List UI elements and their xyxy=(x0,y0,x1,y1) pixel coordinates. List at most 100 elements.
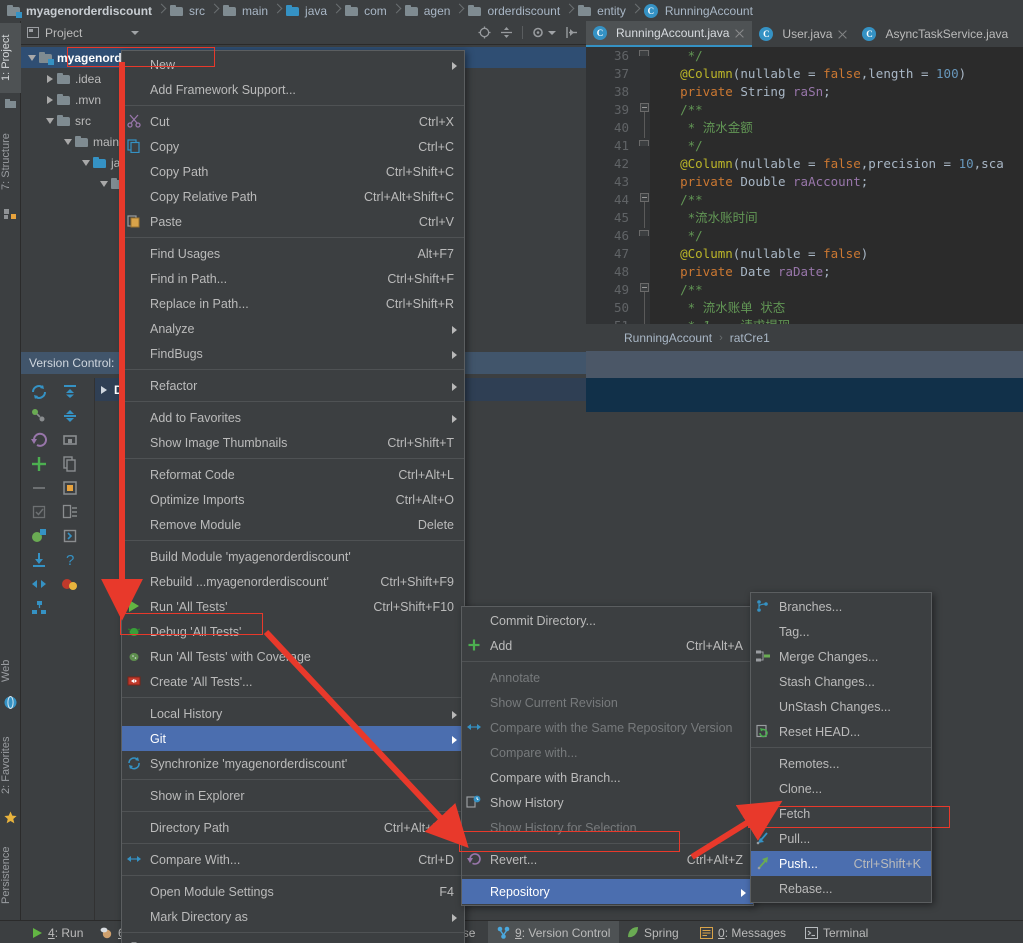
close-icon[interactable] xyxy=(837,29,848,40)
menu-item-git[interactable]: Git xyxy=(122,726,464,751)
breadcrumb-item-src[interactable]: src xyxy=(167,0,210,21)
menu-item-directory-path[interactable]: Directory Path Ctrl+Alt+F12 xyxy=(122,815,464,840)
group-by-directory-icon[interactable] xyxy=(60,430,85,452)
repo-menu-item-push[interactable]: Push... Ctrl+Shift+K xyxy=(751,851,931,876)
sidebar-item-persistence[interactable]: Persistence xyxy=(0,833,21,917)
editor-tab-user[interactable]: C User.java xyxy=(752,21,856,47)
menu-item-rebuild-myagenorderdiscount[interactable]: Rebuild ...myagenorderdiscount' Ctrl+Shif… xyxy=(122,569,464,594)
chevron-down-icon[interactable] xyxy=(61,131,75,152)
menu-item-refactor[interactable]: Refactor xyxy=(122,373,464,398)
remove-icon[interactable] xyxy=(29,478,54,500)
add-icon[interactable] xyxy=(29,454,54,476)
git-menu-item-repository[interactable]: Repository xyxy=(462,879,753,904)
menu-item-compare-with[interactable]: Compare With... Ctrl+D xyxy=(122,847,464,872)
fold-collapse-icon[interactable] xyxy=(640,193,649,202)
copy-icon[interactable] xyxy=(60,454,85,476)
target-icon[interactable] xyxy=(478,26,491,39)
close-icon[interactable] xyxy=(734,28,745,39)
breadcrumb-item-entity[interactable]: entity xyxy=(575,0,631,21)
browse-icon[interactable] xyxy=(29,526,54,548)
menu-item-copy-relative-path[interactable]: Copy Relative Path Ctrl+Alt+Shift+C xyxy=(122,184,464,209)
menu-item-local-history[interactable]: Local History xyxy=(122,701,464,726)
hide-icon[interactable] xyxy=(565,26,578,39)
status-button-spring[interactable]: Spring xyxy=(617,921,688,943)
menu-item-show-in-explorer[interactable]: Show in Explorer xyxy=(122,783,464,808)
editor-scrollbar[interactable] xyxy=(1011,47,1023,324)
breadcrumb-item-main[interactable]: main xyxy=(220,0,273,21)
chevron-right-icon[interactable] xyxy=(43,89,57,110)
settings-gear-icon[interactable] xyxy=(532,26,545,39)
menu-item-build-module-myagenorderdiscount[interactable]: Build Module 'myagenorderdiscount' xyxy=(122,544,464,569)
menu-item-find-in-path[interactable]: Find in Path... Ctrl+Shift+F xyxy=(122,266,464,291)
git-menu-item-revert[interactable]: Revert... Ctrl+Alt+Z xyxy=(462,847,753,872)
repo-menu-item-clone[interactable]: Clone... xyxy=(751,776,931,801)
menu-item-replace-in-path[interactable]: Replace in Path... Ctrl+Shift+R xyxy=(122,291,464,316)
fold-end-icon[interactable] xyxy=(639,50,649,56)
editor-tab-asynctaskservice[interactable]: C AsyncTaskService.java xyxy=(855,21,1016,47)
group-by-module-icon[interactable] xyxy=(29,598,54,620)
breadcrumb-item-com[interactable]: com xyxy=(342,0,392,21)
repo-menu-item-merge-changes[interactable]: Merge Changes... xyxy=(751,644,931,669)
menu-item-run-all-tests[interactable]: Run 'All Tests' Ctrl+Shift+F10 xyxy=(122,594,464,619)
menu-item-add-framework-support[interactable]: Add Framework Support... xyxy=(122,77,464,102)
repo-menu-item-unstash-changes[interactable]: UnStash Changes... xyxy=(751,694,931,719)
repository-submenu[interactable]: Branches... Tag... Merge Changes... Stash C… xyxy=(750,592,932,903)
git-menu-item-show-history[interactable]: Show History xyxy=(462,790,753,815)
status-button-terminal[interactable]: Terminal xyxy=(796,921,877,943)
code-folding-strip[interactable] xyxy=(636,47,650,324)
repo-menu-item-tag[interactable]: Tag... xyxy=(751,619,931,644)
repo-menu-item-branches[interactable]: Branches... xyxy=(751,594,931,619)
git-menu-item-compare-with-branch[interactable]: Compare with Branch... xyxy=(462,765,753,790)
breadcrumb-class[interactable]: RunningAccount xyxy=(624,331,712,345)
menu-item-new[interactable]: New xyxy=(122,52,464,77)
menu-item-optimize-imports[interactable]: Optimize Imports Ctrl+Alt+O xyxy=(122,487,464,512)
menu-item-synchronize-myagenorderdiscount[interactable]: Synchronize 'myagenorderdiscount' xyxy=(122,751,464,776)
repo-menu-item-fetch[interactable]: Fetch xyxy=(751,801,931,826)
diff-icon[interactable] xyxy=(29,574,54,596)
menu-item-mark-directory-as[interactable]: Mark Directory as xyxy=(122,904,464,929)
breadcrumb-item-myagenorderdiscount[interactable]: myagenorderdiscount xyxy=(4,0,157,21)
menu-item-remove-module[interactable]: Remove Module Delete xyxy=(122,512,464,537)
sidebar-item-favorites[interactable]: 2: Favorites xyxy=(0,723,21,807)
chevron-down-icon[interactable] xyxy=(79,152,93,173)
menu-item-findbugs[interactable]: FindBugs xyxy=(122,341,464,366)
refresh-icon[interactable] xyxy=(29,382,54,404)
checkbox-icon[interactable] xyxy=(29,502,54,524)
download-icon[interactable] xyxy=(29,550,54,572)
chevron-right-icon[interactable] xyxy=(43,68,57,89)
fold-end-icon[interactable] xyxy=(639,140,649,146)
revert-icon[interactable] xyxy=(29,430,54,452)
menu-item-show-image-thumbnails[interactable]: Show Image Thumbnails Ctrl+Shift+T xyxy=(122,430,464,455)
breadcrumb-item-agen[interactable]: agen xyxy=(402,0,456,21)
menu-item-debug-all-tests[interactable]: Debug 'All Tests' xyxy=(122,619,464,644)
git-submenu[interactable]: Commit Directory... Add Ctrl+Alt+A Annotate… xyxy=(461,606,754,906)
menu-item-reformat-code[interactable]: Reformat Code Ctrl+Alt+L xyxy=(122,462,464,487)
menu-item-diagrams[interactable]: Diagrams xyxy=(122,936,464,943)
breadcrumb-item-orderdiscount[interactable]: orderdiscount xyxy=(465,0,565,21)
menu-item-find-usages[interactable]: Find Usages Alt+F7 xyxy=(122,241,464,266)
sidebar-item-project[interactable]: 1: Project xyxy=(0,23,21,93)
shelve-icon[interactable] xyxy=(60,478,85,500)
status-button-messages[interactable]: 0: Messages xyxy=(691,921,795,943)
menu-item-paste[interactable]: Paste Ctrl+V xyxy=(122,209,464,234)
menu-item-cut[interactable]: Cut Ctrl+X xyxy=(122,109,464,134)
commit-icon[interactable] xyxy=(29,406,54,428)
code-text[interactable]: */ @Column(nullable = false,length = 100… xyxy=(650,47,1023,324)
changelist-icon[interactable] xyxy=(60,502,85,524)
gear-chevron-icon[interactable] xyxy=(548,30,556,35)
status-button-version-control[interactable]: 9: Version Control xyxy=(488,921,620,943)
breadcrumb-member[interactable]: ratCre1 xyxy=(730,331,770,345)
status-button-run[interactable]: 4: Run xyxy=(22,921,92,943)
menu-item-copy[interactable]: Copy Ctrl+C xyxy=(122,134,464,159)
expand-all-icon[interactable] xyxy=(60,382,85,404)
menu-item-copy-path[interactable]: Copy Path Ctrl+Shift+C xyxy=(122,159,464,184)
chevron-down-icon[interactable] xyxy=(97,173,111,194)
chevron-down-icon[interactable] xyxy=(131,30,140,35)
sidebar-item-structure[interactable]: 7: Structure xyxy=(0,121,21,203)
fold-end-icon[interactable] xyxy=(639,230,649,236)
move-to-changelist-icon[interactable] xyxy=(60,526,85,548)
chevron-down-icon[interactable] xyxy=(25,47,39,68)
collapse-all-icon[interactable] xyxy=(60,406,85,428)
repo-menu-item-stash-changes[interactable]: Stash Changes... xyxy=(751,669,931,694)
repo-menu-item-pull[interactable]: Pull... xyxy=(751,826,931,851)
